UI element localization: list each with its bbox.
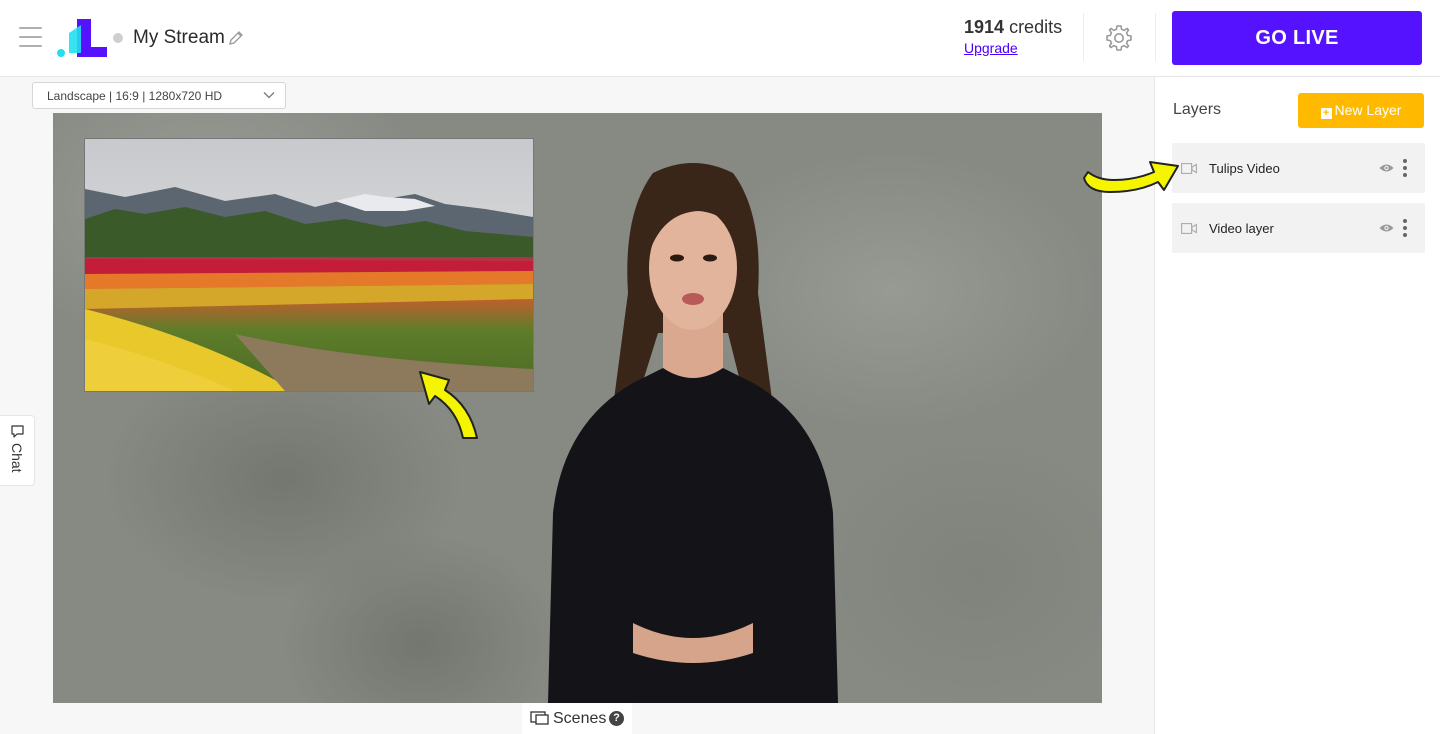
- scenes-tab[interactable]: Scenes ?: [522, 703, 632, 734]
- layers-panel: Layers + New Layer Tulips Video Video lay…: [1154, 77, 1440, 734]
- chat-label: Chat: [9, 443, 25, 473]
- header-divider: [1155, 13, 1156, 61]
- plus-icon: +: [1320, 108, 1332, 119]
- chat-bubble-icon: [11, 425, 24, 438]
- resolution-value: Landscape | 16:9 | 1280x720 HD: [47, 89, 223, 103]
- stream-preview-canvas[interactable]: [53, 113, 1102, 703]
- upgrade-link[interactable]: Upgrade: [964, 40, 1018, 56]
- eye-visibility-icon[interactable]: [1379, 223, 1394, 233]
- annotation-arrow-icon: [1083, 161, 1179, 193]
- credits-unit: credits: [1009, 17, 1063, 37]
- layer-item-video-layer[interactable]: Video layer: [1172, 203, 1425, 253]
- chat-tab[interactable]: Chat: [0, 415, 35, 486]
- help-icon[interactable]: ?: [609, 711, 624, 726]
- tulips-video-layer[interactable]: [84, 138, 534, 392]
- hamburger-menu-icon[interactable]: [19, 27, 42, 47]
- video-camera-icon: [1181, 163, 1197, 174]
- credits-balance: 1914 credits: [964, 17, 1062, 38]
- pencil-edit-icon[interactable]: [228, 30, 244, 46]
- go-live-button[interactable]: GO LIVE: [1172, 11, 1422, 65]
- more-options-icon[interactable]: [1402, 218, 1408, 238]
- header-divider: [1083, 13, 1084, 61]
- gear-icon[interactable]: [1104, 23, 1134, 53]
- more-options-icon[interactable]: [1402, 158, 1408, 178]
- layer-item-tulips-video[interactable]: Tulips Video: [1172, 143, 1425, 193]
- chevron-down-icon: [263, 92, 275, 99]
- new-layer-button[interactable]: + New Layer: [1298, 93, 1424, 128]
- scenes-label: Scenes: [553, 710, 607, 727]
- new-layer-label: New Layer: [1334, 102, 1402, 118]
- presenter-video[interactable]: [513, 153, 873, 703]
- scenes-icon: [530, 711, 549, 725]
- layer-name: Tulips Video: [1209, 161, 1280, 176]
- annotation-arrow-icon: [419, 371, 478, 439]
- layers-title: Layers: [1173, 101, 1222, 118]
- app-logo: [57, 19, 107, 57]
- credits-value: 1914: [964, 17, 1005, 37]
- eye-visibility-icon[interactable]: [1379, 163, 1394, 173]
- stream-title[interactable]: My Stream: [133, 27, 225, 49]
- top-header: My Stream 1914 credits Upgrade GO LIVE: [0, 0, 1440, 77]
- stream-status-dot: [113, 33, 123, 43]
- layer-name: Video layer: [1209, 221, 1274, 236]
- video-camera-icon: [1181, 223, 1197, 234]
- resolution-select[interactable]: Landscape | 16:9 | 1280x720 HD: [32, 82, 286, 109]
